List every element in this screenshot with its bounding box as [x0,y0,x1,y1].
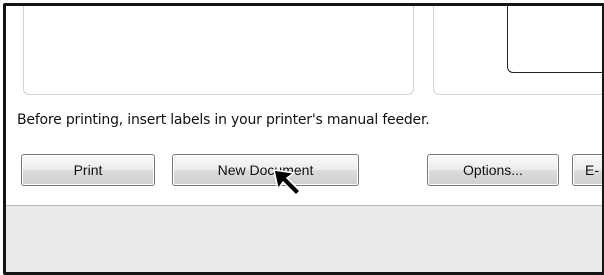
bottom-panel [6,205,602,272]
arrow-pointer-icon [273,169,302,197]
print-button[interactable]: Print [21,154,155,186]
e-postage-button[interactable]: E- [572,154,602,186]
print-button-label: Print [73,162,103,178]
print-labels-panel: Before printing, insert labels in your p… [3,3,604,275]
instruction-text: Before printing, insert labels in your p… [17,112,430,128]
options-button[interactable]: Options... [427,154,559,186]
address-pane [23,6,414,95]
e-postage-button-label: E- [585,162,599,178]
label-preview-pane [433,6,602,95]
options-button-label: Options... [463,162,523,178]
label-preview-box [507,6,602,73]
